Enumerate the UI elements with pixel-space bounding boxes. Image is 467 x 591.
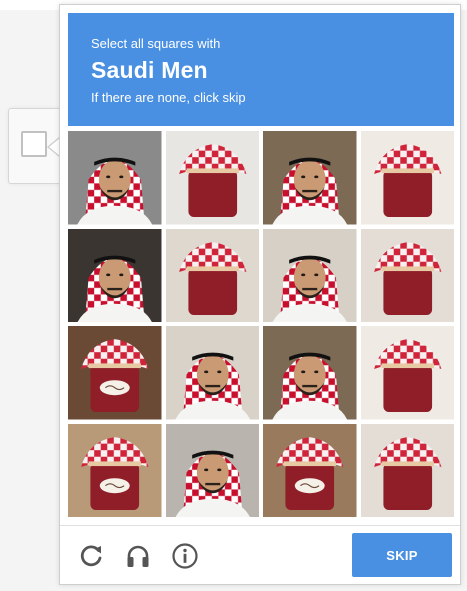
challenge-header: Select all squares with Saudi Men If the… — [68, 13, 454, 126]
grid-tile-2-2[interactable] — [165, 228, 259, 322]
jam-jar-image — [68, 423, 162, 517]
jam-jar-image — [68, 326, 162, 420]
saudi-man-image — [165, 326, 259, 420]
grid-tile-2-1[interactable] — [68, 228, 162, 322]
info-icon[interactable] — [170, 541, 200, 571]
grid-tile-1-3[interactable] — [263, 131, 357, 225]
grid-tile-3-4[interactable] — [360, 326, 454, 420]
prompt-hint: If there are none, click skip — [91, 90, 246, 105]
saudi-man-image — [263, 131, 357, 225]
grid-tile-4-1[interactable] — [68, 423, 162, 517]
grid-tile-3-3[interactable] — [263, 326, 357, 420]
image-grid — [68, 131, 454, 517]
jam-jar-image — [360, 131, 454, 225]
headphones-icon[interactable] — [123, 541, 153, 571]
jam-jar-image — [360, 423, 454, 517]
saudi-man-image — [68, 228, 162, 322]
prompt-instruction: Select all squares with — [91, 36, 221, 51]
saudi-man-image — [263, 326, 357, 420]
footer-divider — [60, 525, 460, 526]
grid-tile-4-3[interactable] — [263, 423, 357, 517]
jam-jar-image — [263, 423, 357, 517]
grid-tile-3-1[interactable] — [68, 326, 162, 420]
jam-jar-image — [165, 228, 259, 322]
jam-jar-image — [165, 131, 259, 225]
grid-tile-4-2[interactable] — [165, 423, 259, 517]
skip-button[interactable]: SKIP — [352, 533, 452, 577]
grid-tile-2-4[interactable] — [360, 228, 454, 322]
saudi-man-image — [165, 423, 259, 517]
grid-tile-1-1[interactable] — [68, 131, 162, 225]
jam-jar-image — [360, 326, 454, 420]
grid-tile-1-4[interactable] — [360, 131, 454, 225]
refresh-icon[interactable] — [76, 541, 106, 571]
grid-tile-1-2[interactable] — [165, 131, 259, 225]
grid-tile-2-3[interactable] — [263, 228, 357, 322]
saudi-man-image — [263, 228, 357, 322]
captcha-checkbox[interactable] — [21, 131, 47, 157]
saudi-man-image — [68, 131, 162, 225]
grid-tile-3-2[interactable] — [165, 326, 259, 420]
challenge-popup: Select all squares with Saudi Men If the… — [59, 4, 461, 585]
jam-jar-image — [360, 228, 454, 322]
grid-tile-4-4[interactable] — [360, 423, 454, 517]
prompt-target: Saudi Men — [91, 57, 208, 83]
